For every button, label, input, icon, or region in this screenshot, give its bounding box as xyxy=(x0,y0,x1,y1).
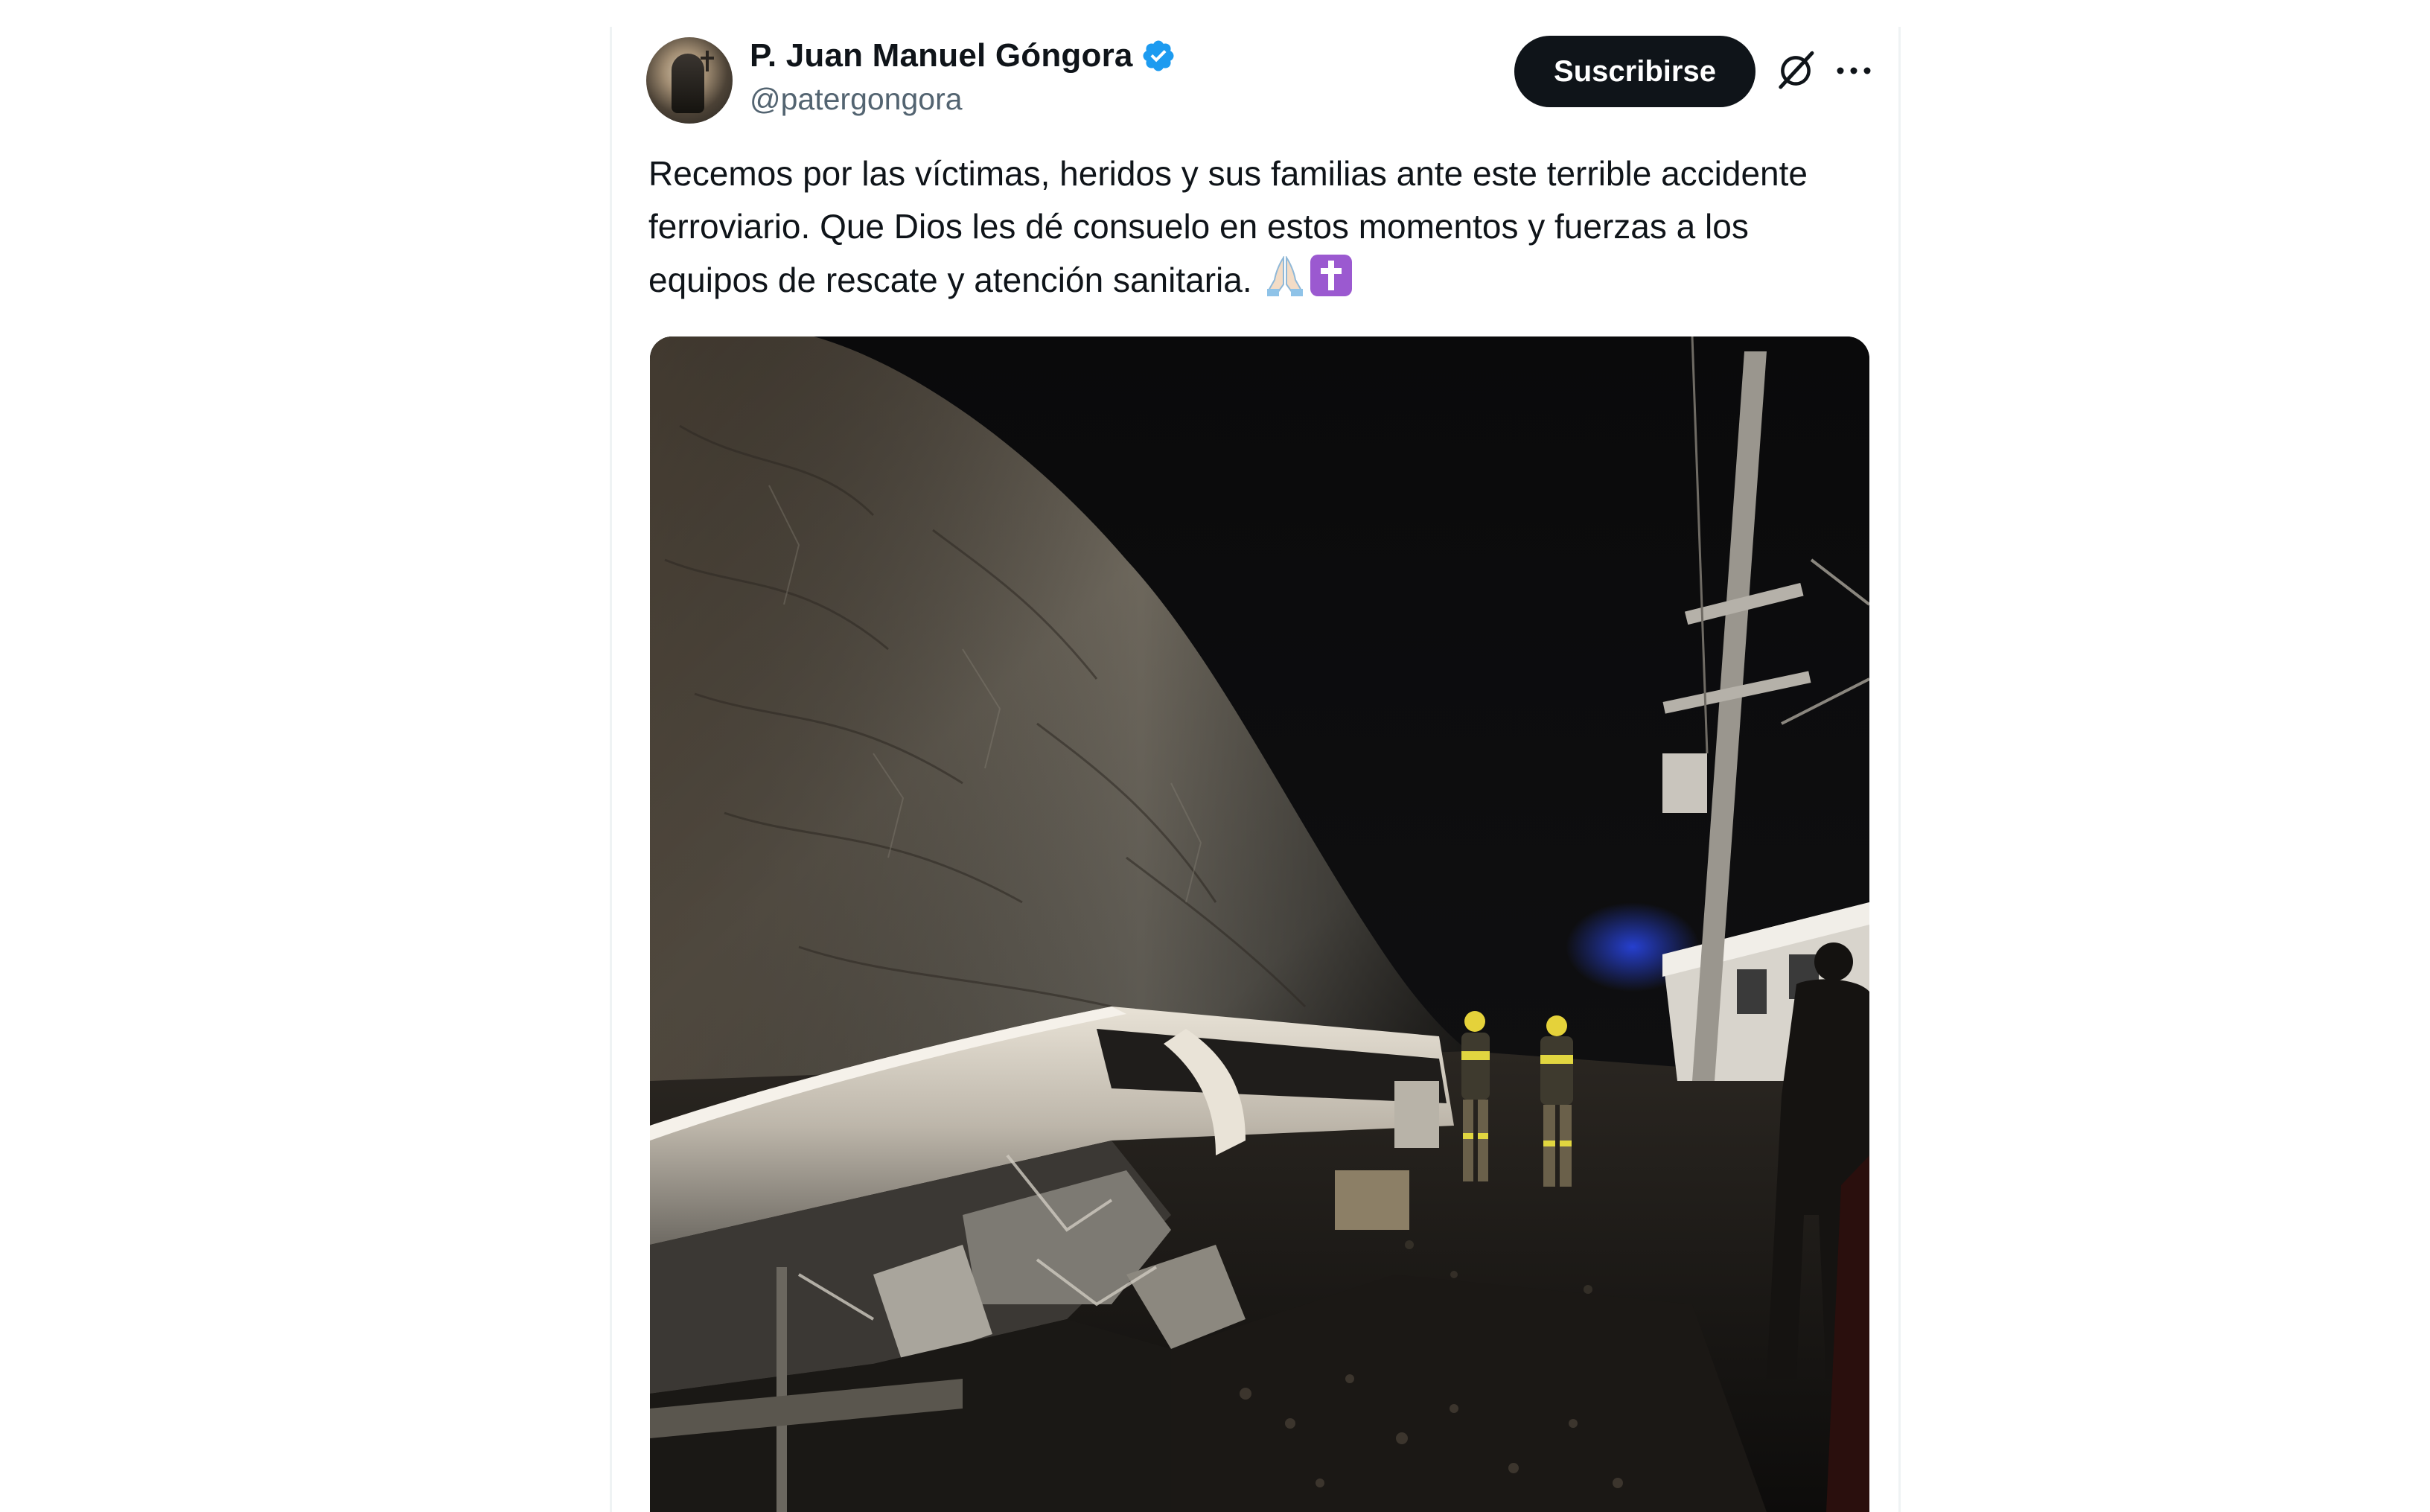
author-handle[interactable]: @patergongora xyxy=(750,82,963,117)
praying-hands-icon xyxy=(1261,255,1309,311)
avatar[interactable] xyxy=(646,37,733,124)
tweet-photo[interactable] xyxy=(650,336,1869,1512)
tweet-page: P. Juan Manuel Góngora @patergongora Sus… xyxy=(0,0,2430,1512)
tweet-text: Recemos por las víctimas, heridos y sus … xyxy=(648,147,1869,313)
avatar-figure xyxy=(672,54,704,113)
author-name-row[interactable]: P. Juan Manuel Góngora xyxy=(750,37,1176,74)
more-options-icon[interactable] xyxy=(1833,52,1875,89)
subscribe-button[interactable]: Suscribirse xyxy=(1514,36,1755,107)
author-display-name[interactable]: P. Juan Manuel Góngora xyxy=(750,37,1133,74)
latin-cross-icon xyxy=(1309,253,1353,313)
verified-badge-icon xyxy=(1143,40,1174,71)
accident-photo xyxy=(650,336,1869,1512)
grok-icon[interactable] xyxy=(1774,49,1817,92)
avatar-cross-bar xyxy=(701,57,714,60)
avatar-cross xyxy=(706,51,709,71)
tweet-text-body: Recemos por las víctimas, heridos y sus … xyxy=(648,154,1808,299)
